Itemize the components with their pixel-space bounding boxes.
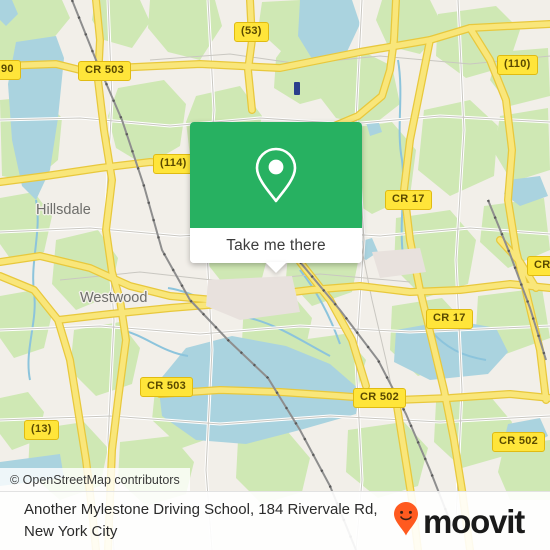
card-action-area[interactable]: Take me there bbox=[190, 228, 362, 263]
poi-marker-blue bbox=[294, 82, 300, 95]
take-me-there-label: Take me there bbox=[226, 236, 326, 254]
osm-attribution-text: © OpenStreetMap contributors bbox=[10, 472, 180, 487]
osm-attribution[interactable]: © OpenStreetMap contributors bbox=[0, 468, 190, 491]
map-screenshot: Hillsdale Westwood 90 CR 503 (53) (110) … bbox=[0, 0, 550, 550]
card-pointer-tail bbox=[265, 262, 287, 273]
location-callout-card[interactable]: Take me there bbox=[190, 122, 362, 273]
moovit-pin-icon bbox=[393, 501, 419, 542]
place-address-text: Another Mylestone Driving School, 184 Ri… bbox=[24, 501, 378, 540]
card-image-area bbox=[190, 122, 362, 228]
moovit-wordmark: moovit bbox=[423, 502, 525, 540]
footer-bar: Another Mylestone Driving School, 184 Ri… bbox=[0, 491, 550, 550]
moovit-logo[interactable]: moovit bbox=[393, 501, 525, 542]
map-pin-icon bbox=[252, 145, 300, 205]
